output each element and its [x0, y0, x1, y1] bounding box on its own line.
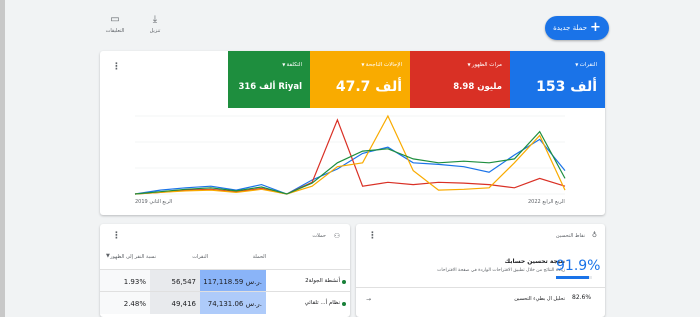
metric-label: النقرات	[579, 62, 597, 68]
plus-icon: +	[590, 20, 601, 35]
more-options-icon[interactable]: ⋮	[112, 232, 121, 241]
cost-cell: 117,118.59 ر.س.	[200, 270, 266, 292]
optimization-card: ⋮ نقاط التحسين ♁ نتيجة تحسين حسابك زيادة…	[356, 224, 605, 317]
download-icon: ⤓	[152, 14, 158, 25]
metric-value: 8.98 مليون	[453, 82, 502, 92]
axis-start-label: الربع الثاني 2019	[135, 199, 173, 205]
clicks-cell: 49,416	[150, 292, 200, 314]
ctr-cell: 1.93%	[100, 270, 150, 292]
axis-end-label: الربع الرابع 2022	[528, 199, 565, 205]
ctr-cell: 2.48%	[100, 292, 150, 314]
metric-value: 153 ألف	[536, 79, 597, 95]
metric-conversions[interactable]: ▼ الإحالات الناجحة 47.7 ألف	[310, 51, 410, 108]
new-campaign-label: حملة جديدة	[553, 24, 588, 32]
divider	[356, 287, 605, 288]
status-enabled-icon	[342, 302, 346, 306]
campaigns-header: حملات	[312, 233, 326, 239]
table-row[interactable]: 1.93% 56,547 117,118.59 ر.س. أنشطة الجول…	[100, 269, 350, 292]
clicks-cell: 56,547	[150, 270, 200, 292]
campaigns-card: ⋮ حملات ⚇ الحملة النقرات نسبة النقر إلى …	[100, 224, 350, 317]
download-label: تنزيل	[149, 28, 161, 34]
arrow-right-icon[interactable]: →	[366, 296, 371, 303]
metric-label: مرات الظهور	[471, 62, 502, 68]
sub-score-value: 82.6%	[572, 294, 592, 301]
notes-button[interactable]: ▭ التعليقات	[100, 14, 130, 34]
new-campaign-button[interactable]: حملة جديدة +	[545, 16, 609, 40]
sub-score-label[interactable]: تحليل ال بطيء التحسين	[514, 296, 565, 302]
sort-down-icon[interactable]: ▼	[106, 253, 110, 259]
table-row[interactable]: 2.48% 49,416 74,131.06 ر.س. نظام أ... تل…	[100, 291, 350, 314]
notes-label: التعليقات	[105, 28, 125, 34]
optimization-description: زيادة النتائج من خلال تطبيق الاقتراحات ا…	[437, 268, 565, 273]
series-line-3	[134, 130, 566, 195]
more-options-icon[interactable]: ⋮	[112, 63, 121, 72]
optimization-score-bar	[556, 276, 592, 279]
column-header-campaign[interactable]: الحملة	[253, 254, 266, 260]
cost-cell: 74,131.06 ر.س.	[200, 292, 266, 314]
optimization-score: 91.9%	[556, 258, 601, 274]
column-header-ctr[interactable]: نسبة النقر إلى الظهور	[110, 254, 156, 260]
campaign-name[interactable]: أنشطة الجولة2	[305, 278, 340, 284]
status-enabled-icon	[342, 280, 346, 284]
metric-label: التكلفة	[286, 62, 302, 68]
series-line-2	[134, 114, 566, 195]
metric-value: 47.7 ألف	[335, 79, 402, 95]
download-button[interactable]: ⤓ تنزيل	[140, 14, 170, 34]
performance-card: ⋮ ▼ النقرات 153 ألف ▼ مرات الظهور 8.98 م…	[100, 51, 605, 215]
table-header: الحملة النقرات نسبة النقر إلى الظهور ▼	[100, 246, 350, 262]
metric-label: الإحالات الناجحة	[365, 62, 402, 68]
optimization-score-fill	[556, 276, 590, 279]
performance-line-chart	[134, 114, 566, 195]
optimization-header: نقاط التحسين	[555, 233, 585, 239]
metric-cost[interactable]: ▼ التكلفة 316 ألف Riyal	[228, 51, 310, 108]
feedback-icon: ▭	[110, 14, 120, 25]
metric-impressions[interactable]: ▼ مرات الظهور 8.98 مليون	[410, 51, 510, 108]
column-header-clicks[interactable]: النقرات	[192, 254, 208, 260]
more-options-icon[interactable]: ⋮	[368, 232, 377, 241]
campaigns-icon: ⚇	[333, 232, 340, 240]
lightbulb-icon: ♁	[591, 231, 597, 239]
top-toolbar: حملة جديدة + ⤓ تنزيل ▭ التعليقات	[5, 0, 700, 50]
metric-clicks[interactable]: ▼ النقرات 153 ألف	[510, 51, 605, 108]
campaign-name[interactable]: نظام أ... تلقائي	[305, 300, 340, 306]
metric-value: 316 ألف Riyal	[238, 82, 302, 92]
